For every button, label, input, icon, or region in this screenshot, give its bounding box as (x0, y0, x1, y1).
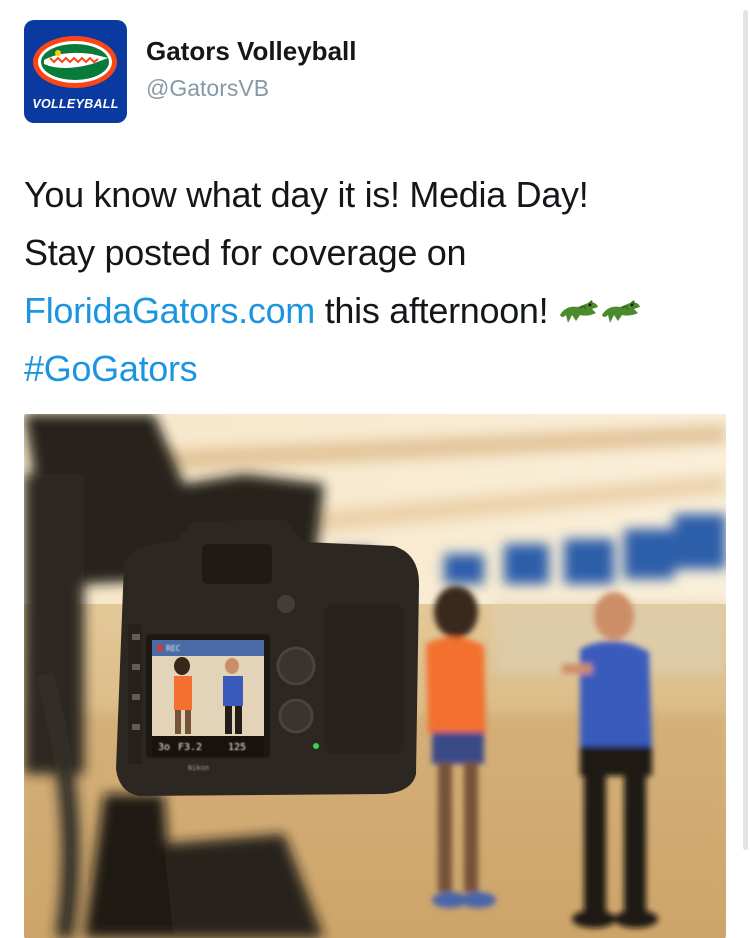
crocodile-icon (602, 300, 641, 323)
account-handle[interactable]: @GatorsVB (146, 75, 269, 102)
display-name[interactable]: Gators Volleyball (146, 36, 356, 67)
hashtag[interactable]: #GoGators (24, 340, 724, 398)
avatar-label: VOLLEYBALL (32, 97, 119, 111)
tweet-photo[interactable]: REC 3o F3.2 125 Nikon (24, 414, 726, 938)
gator-logo-icon (33, 36, 117, 88)
photo-scene: REC 3o F3.2 125 Nikon (24, 414, 726, 938)
tweet-line-2: Stay posted for coverage on (24, 232, 467, 273)
tweet-line-1: You know what day it is! Media Day! (24, 174, 589, 215)
crocodile-icon (560, 300, 599, 323)
tweet-text-after-link: this afternoon! (315, 290, 559, 331)
tweet-text: You know what day it is! Media Day! Stay… (24, 166, 724, 398)
tweet-line-3: FloridaGators.com this afternoon! (24, 282, 724, 340)
tweet-link[interactable]: FloridaGators.com (24, 290, 315, 331)
avatar[interactable]: VOLLEYBALL (24, 20, 127, 123)
scrollbar[interactable] (743, 10, 748, 850)
